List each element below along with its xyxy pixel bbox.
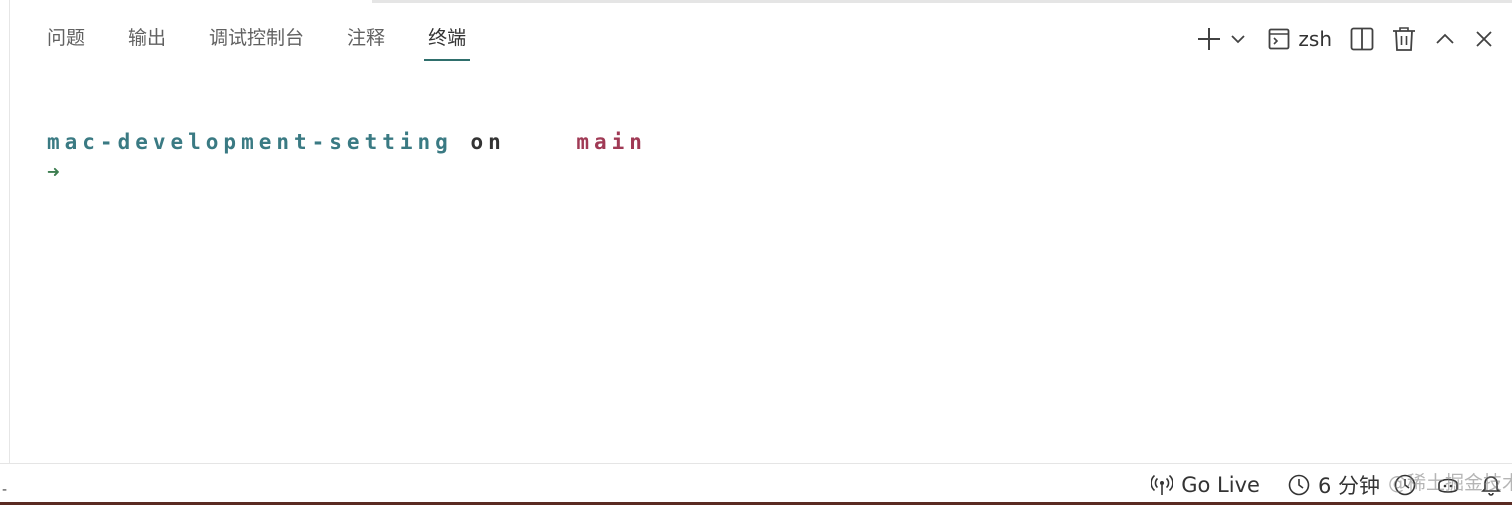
watermark-text: @稀土掘金技术社区 (1388, 472, 1512, 494)
new-terminal-button[interactable] (1196, 22, 1222, 56)
terminal-directory: mac-development-setting (47, 130, 453, 154)
tab-problems[interactable]: 问题 (47, 0, 85, 64)
status-bar: - Go Live 6 分钟 @稀土掘金技术 (0, 463, 1512, 505)
tab-comments[interactable]: 注释 (347, 0, 385, 64)
tab-debug-console[interactable]: 调试控制台 (209, 0, 304, 64)
shell-selector[interactable]: zsh (1268, 22, 1332, 56)
tab-terminal[interactable]: 终端 (424, 0, 471, 64)
tab-output[interactable]: 输出 (128, 0, 166, 64)
status-items-right: Go Live 6 分钟 @稀土掘金技术 (1151, 464, 1512, 505)
terminal-output[interactable]: mac-development-setting on main ➜ (47, 128, 647, 188)
panel-actions: zsh (1196, 22, 1494, 56)
timer-label: 6 分钟 (1317, 474, 1380, 498)
trash-icon (1393, 27, 1415, 51)
terminal-branch: main (576, 130, 647, 154)
terminal-on-word: on (470, 130, 506, 154)
shell-label: zsh (1298, 27, 1332, 51)
broadcast-icon (1151, 474, 1174, 495)
editor-bottom-edge (372, 0, 1512, 3)
terminal-dropdown-button[interactable] (1230, 22, 1246, 56)
go-live-button[interactable]: Go Live (1151, 464, 1260, 505)
split-terminal-button[interactable] (1350, 22, 1374, 56)
go-live-label: Go Live (1181, 473, 1260, 497)
close-panel-button[interactable] (1474, 22, 1494, 56)
prompt-arrow-icon: ➜ (47, 160, 65, 184)
panel-tabs: 问题 输出 调试控制台 注释 终端 (47, 0, 509, 64)
terminal-prompt-line: mac-development-setting on main (47, 128, 647, 158)
chevron-up-icon (1436, 33, 1454, 44)
maximize-panel-button[interactable] (1434, 22, 1456, 56)
split-editor-icon (1350, 27, 1374, 51)
terminal-icon (1269, 28, 1290, 50)
terminal-input-line: ➜ (47, 158, 647, 188)
clock-icon (1288, 474, 1310, 496)
status-left-mark: - (2, 482, 8, 498)
kill-terminal-button[interactable] (1392, 22, 1416, 56)
chevron-down-icon (1231, 35, 1246, 44)
left-border (9, 0, 10, 463)
watermark-area: @稀土掘金技术社区 (1388, 464, 1512, 505)
vscode-panel: 问题 输出 调试控制台 注释 终端 zsh mac-development-se… (0, 0, 1512, 505)
timer-item[interactable]: 6 分钟 (1288, 464, 1380, 505)
plus-icon (1198, 28, 1221, 50)
close-icon (1476, 31, 1492, 47)
